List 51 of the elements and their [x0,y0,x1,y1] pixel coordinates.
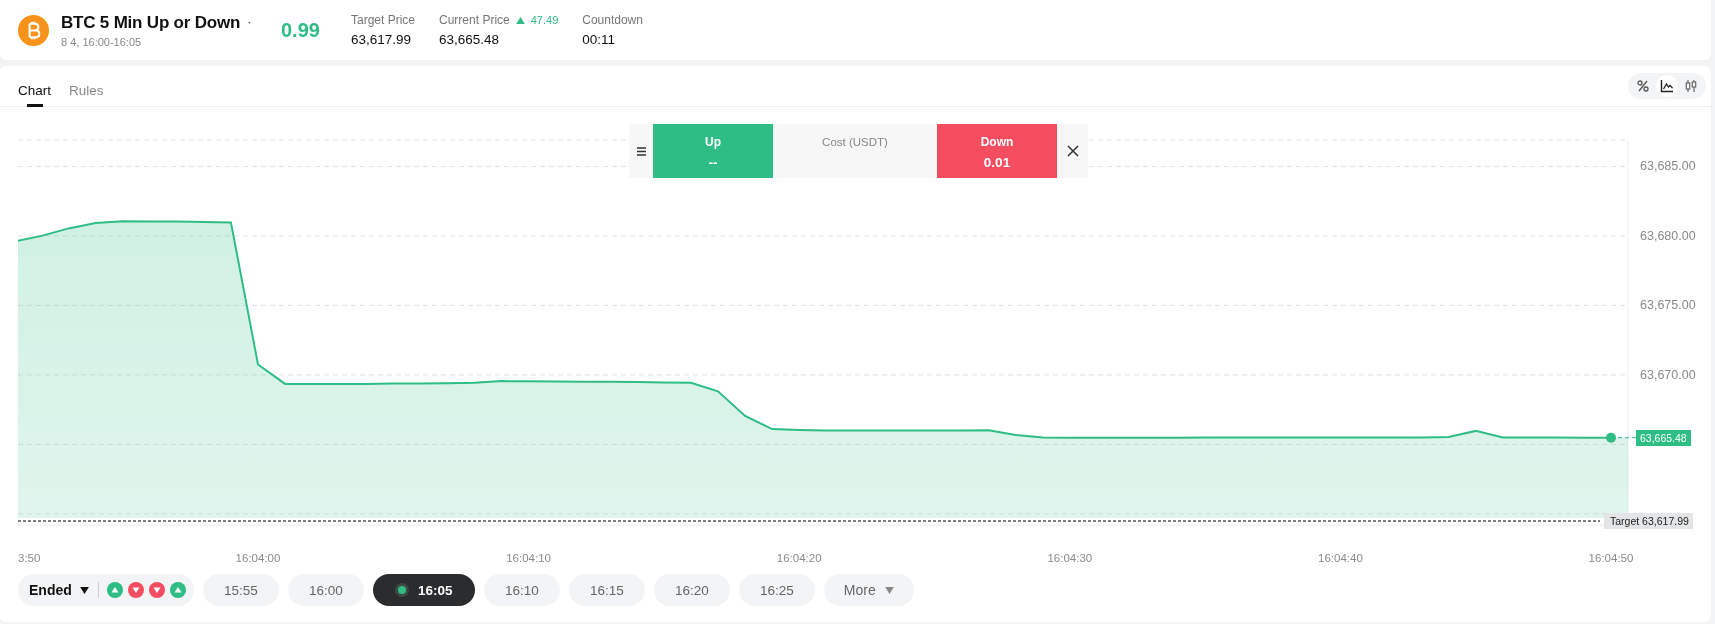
more-dropdown[interactable]: More [823,574,914,606]
status-dropdown[interactable]: Ended [29,582,93,598]
tab[interactable]: Chart [18,82,51,106]
x-axis-label: 16:04:50 [1588,552,1634,564]
market-period: 8 4, 16:00-16:05 [61,35,143,48]
stat-value: 63,617.99 [351,32,413,47]
time-slot[interactable]: 16:20 [653,574,730,606]
stat-label: Target Price [351,13,416,27]
price-change: 47.49 [530,14,559,26]
percent-icon [1636,79,1650,93]
current-price-marker [1606,432,1637,443]
current-price-tag: 63,665.48 [1636,429,1691,446]
down-result-icon [148,582,165,598]
y-axis-label: 63,685.00 [1640,159,1696,174]
x-axis-label: 3:50 [18,552,41,564]
chart-mode-button[interactable] [1656,75,1678,97]
menu-icon[interactable] [636,146,646,156]
cost-label: Cost (USDT) [822,136,888,148]
target-price-tag: Target 63,617.99 [1604,513,1693,529]
market-price: 0.99 [281,18,321,42]
up-triangle-icon [515,16,525,24]
caret-icon [884,586,894,594]
y-axis-label: 63,675.00 [1640,298,1696,313]
y-axis-label: 63,680.00 [1640,228,1696,243]
time-slot[interactable]: 16:00 [287,574,364,606]
candlestick-icon [1684,79,1698,93]
up-result-icon [169,582,186,598]
down-button[interactable]: Down 0.01 [937,124,1057,178]
x-axis-label: 16:04:20 [776,552,822,564]
down-result-icon [127,582,144,598]
stat-value: 63,665.48 [439,32,501,47]
time-slot[interactable]: 16:05 [372,574,475,606]
up-result-icon [106,582,123,598]
stat-label: Countdown [582,13,643,27]
coin-icon [18,14,49,46]
caret-icon [79,586,89,594]
time-slot[interactable]: 16:10 [483,574,560,606]
line-chart-icon [1660,79,1674,93]
live-dot-icon [395,583,409,597]
tab[interactable]: Rules [69,82,104,106]
stat-value: 00:11 [582,32,617,47]
market-title: BTC 5 Min Up or Down [61,12,241,33]
x-axis-label: 16:04:10 [506,552,551,564]
stat-label: Current Price [439,13,510,27]
time-slot[interactable]: 16:15 [568,574,645,606]
time-slot[interactable]: 16:25 [738,574,815,606]
x-axis-label: 16:04:00 [235,552,281,564]
x-axis-label: 16:04:30 [1047,552,1093,564]
y-axis-label: 63,670.00 [1640,367,1696,382]
time-slot[interactable]: 15:55 [202,574,279,606]
x-axis-label: 16:04:40 [1318,552,1363,564]
